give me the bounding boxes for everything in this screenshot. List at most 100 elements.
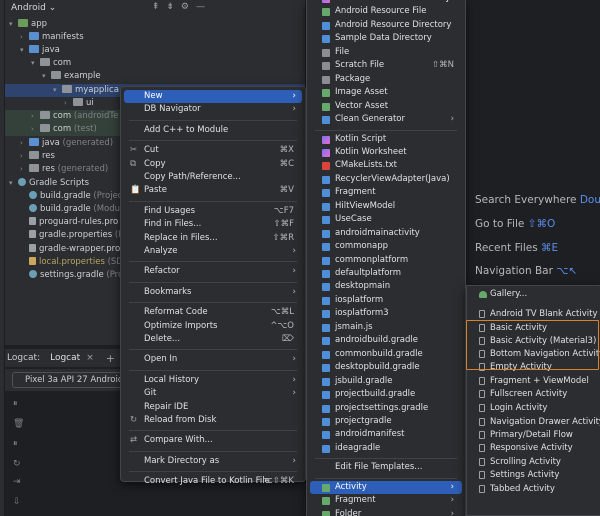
menu-item[interactable]: Tabbed Activity: [470, 483, 600, 496]
menu-item[interactable]: Basic Activity (Material3): [470, 335, 600, 348]
menu-item[interactable]: DB Navigator ›: [124, 103, 302, 116]
expand-arrow-icon[interactable]: ›: [20, 137, 29, 150]
menu-item[interactable]: jsbuild.gradle: [310, 375, 462, 388]
menu-item[interactable]: Login Activity: [470, 402, 600, 415]
menu-item[interactable]: Empty Activity: [470, 361, 600, 374]
menu-item[interactable]: RecyclerViewAdapter(Java): [310, 173, 462, 186]
menu-item[interactable]: ↻ Reload from Disk: [124, 414, 302, 427]
menu-item[interactable]: Scratch File ⇧⌘N: [310, 59, 462, 72]
menu-item[interactable]: Replace in Files... ⇧⌘R: [124, 232, 302, 245]
menu-item[interactable]: ⧉ Copy ⌘C: [124, 158, 302, 171]
expand-arrow-icon[interactable]: ›: [20, 31, 29, 44]
menu-item[interactable]: HiltViewModel: [310, 200, 462, 213]
menu-item[interactable]: androidmanifest: [310, 428, 462, 441]
menu-item[interactable]: Convert Java File to Kotlin File ⌥⇧⌘K: [124, 475, 302, 488]
menu-item[interactable]: iosplatform3: [310, 307, 462, 320]
menu-item[interactable]: Android TV Blank Activity: [470, 308, 600, 321]
menu-item[interactable]: ideagradle: [310, 442, 462, 455]
menu-item[interactable]: commonplatform: [310, 254, 462, 267]
menu-item[interactable]: Sample Data Directory: [310, 32, 462, 45]
tree-item[interactable]: › manifests: [5, 31, 305, 44]
menu-item[interactable]: CMakeLists.txt: [310, 159, 462, 172]
menu-item[interactable]: Image Asset: [310, 86, 462, 99]
menu-item[interactable]: Reformat Code ⌥⌘L: [124, 306, 302, 319]
menu-item[interactable]: Git ›: [124, 387, 302, 400]
menu-item[interactable]: Gallery...: [470, 288, 600, 301]
logcat-tool-icon[interactable]: ⏸: [13, 439, 18, 449]
menu-item[interactable]: desktopmain: [310, 280, 462, 293]
menu-item[interactable]: Primary/Detail Flow: [470, 429, 600, 442]
expand-arrow-icon[interactable]: ›: [31, 110, 40, 123]
menu-item[interactable]: Bookmarks ›: [124, 286, 302, 299]
menu-item[interactable]: desktopbuild.gradle: [310, 361, 462, 374]
menu-item[interactable]: Navigation Drawer Activity: [470, 416, 600, 429]
menu-item[interactable]: Folder ›: [310, 508, 462, 516]
menu-item[interactable]: Open In ›: [124, 353, 302, 366]
logcat-tab[interactable]: Logcat: [50, 353, 80, 363]
menu-item[interactable]: UseCase: [310, 213, 462, 226]
menu-item[interactable]: Copy Path/Reference...: [124, 171, 302, 184]
menu-item[interactable]: Refactor ›: [124, 265, 302, 278]
project-view-dropdown[interactable]: Android ⌄: [11, 3, 56, 13]
menu-item[interactable]: Edit File Templates...: [310, 461, 462, 474]
close-tab-icon[interactable]: ×: [86, 353, 94, 363]
expand-arrow-icon[interactable]: ›: [20, 150, 29, 163]
menu-item[interactable]: Settings Activity: [470, 469, 600, 482]
add-tab-icon[interactable]: +: [106, 352, 115, 365]
menu-item[interactable]: Kotlin data class File from JSON: [310, 0, 468, 5]
expand-arrow-icon[interactable]: ▾: [53, 84, 62, 97]
expand-arrow-icon[interactable]: ▾: [31, 57, 40, 70]
menu-item[interactable]: Find Usages ⌥F7: [124, 205, 302, 218]
tree-item[interactable]: ▾ example: [5, 70, 305, 83]
menu-item[interactable]: Local History ›: [124, 374, 302, 387]
menu-item[interactable]: Vector Asset: [310, 100, 462, 113]
logcat-tool-icon[interactable]: ⇩: [13, 497, 21, 507]
menu-item[interactable]: Fullscreen Activity: [470, 388, 600, 401]
menu-item[interactable]: Activity ›: [310, 480, 462, 494]
header-tool-icon[interactable]: —: [196, 2, 205, 12]
expand-arrow-icon[interactable]: ▾: [9, 177, 18, 190]
menu-item[interactable]: projectgradle: [310, 415, 462, 428]
menu-item[interactable]: androidmainactivity: [310, 227, 462, 240]
menu-item[interactable]: iosplatform: [310, 294, 462, 307]
expand-arrow-icon[interactable]: ›: [64, 97, 73, 110]
menu-item[interactable]: 📋 Paste ⌘V: [124, 184, 302, 197]
menu-item[interactable]: jsmain.js: [310, 321, 462, 334]
menu-item[interactable]: commonbuild.gradle: [310, 348, 462, 361]
header-tool-icon[interactable]: ⚙: [181, 2, 189, 12]
menu-item[interactable]: Package: [310, 73, 462, 86]
menu-item[interactable]: Scrolling Activity: [470, 456, 600, 469]
menu-item[interactable]: defaultplatform: [310, 267, 462, 280]
expand-arrow-icon[interactable]: ▾: [9, 18, 18, 31]
menu-item[interactable]: Find in Files... ⇧⌘F: [124, 218, 302, 231]
menu-item[interactable]: New ›: [124, 90, 302, 103]
menu-item[interactable]: ⇄ Compare With...: [124, 434, 302, 447]
menu-item[interactable]: Optimize Imports ^⌥O: [124, 320, 302, 333]
header-tool-icon[interactable]: ⇞: [152, 2, 160, 12]
menu-item[interactable]: Delete... ⌦: [124, 333, 302, 346]
expand-arrow-icon[interactable]: ›: [31, 123, 40, 136]
logcat-tool-icon[interactable]: ⏸: [13, 399, 18, 409]
menu-item[interactable]: commonapp: [310, 240, 462, 253]
menu-item[interactable]: Responsive Activity: [470, 442, 600, 455]
menu-item[interactable]: Kotlin Script: [310, 133, 462, 146]
tree-item[interactable]: ▾ com: [5, 57, 305, 70]
menu-item[interactable]: Analyze ›: [124, 245, 302, 258]
expand-arrow-icon[interactable]: ▾: [42, 70, 51, 83]
expand-arrow-icon[interactable]: ▾: [20, 44, 29, 57]
tree-item[interactable]: ▾ app: [5, 18, 305, 31]
menu-item[interactable]: Basic Activity: [470, 322, 600, 335]
menu-item[interactable]: Kotlin Worksheet: [310, 146, 462, 159]
tree-item[interactable]: ▾ java: [5, 44, 305, 57]
expand-arrow-icon[interactable]: ›: [20, 163, 29, 176]
menu-item[interactable]: File: [310, 46, 462, 59]
menu-item[interactable]: Bottom Navigation Activity: [470, 348, 600, 361]
menu-item[interactable]: Fragment: [310, 186, 462, 199]
menu-item[interactable]: Repair IDE: [124, 401, 302, 414]
menu-item[interactable]: Add C++ to Module: [124, 124, 302, 137]
logcat-tool-icon[interactable]: 🗑: [13, 419, 24, 429]
logcat-tool-icon[interactable]: ↻: [13, 459, 21, 469]
menu-item[interactable]: Clean Generator ›: [310, 113, 462, 126]
menu-item[interactable]: ✂ Cut ⌘X: [124, 144, 302, 157]
menu-item[interactable]: Android Resource File: [310, 5, 462, 18]
